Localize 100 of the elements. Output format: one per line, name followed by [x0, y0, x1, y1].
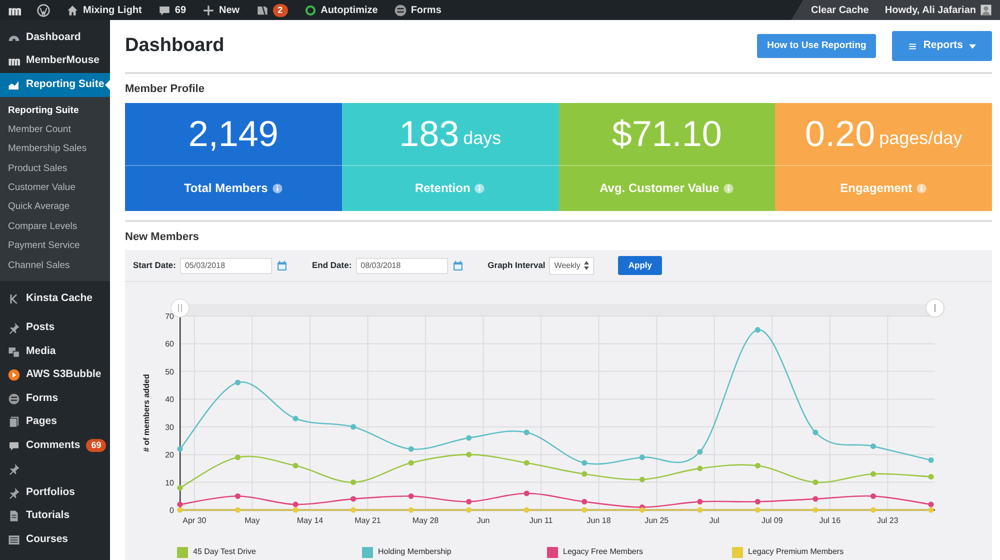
axis-label: 0 — [170, 506, 174, 515]
submenu-item[interactable]: Payment Service — [0, 236, 110, 256]
axis-label: Jun 18 — [586, 516, 611, 525]
sidebar-item[interactable]: AWS S3Bubble — [0, 364, 110, 388]
autoptimize-link[interactable]: Autoptimize — [320, 2, 378, 18]
sidebar-item[interactable]: Kinsta Cache — [0, 287, 110, 311]
avatar-icon[interactable] — [980, 4, 992, 16]
list-icon — [8, 534, 20, 546]
home-icon[interactable] — [66, 4, 79, 16]
data-point — [408, 507, 414, 513]
sidebar-item[interactable]: Comments 69 — [0, 434, 110, 458]
account-link[interactable]: Howdy, Ali Jafarian — [884, 2, 976, 18]
clear-cache-link[interactable]: Clear Cache — [811, 2, 869, 18]
data-point — [754, 327, 760, 333]
axis-label: May 14 — [296, 516, 324, 525]
axis-label: May 21 — [354, 516, 381, 525]
pin-icon[interactable] — [8, 463, 20, 476]
date-field[interactable]: 08/03/2018 — [356, 258, 448, 274]
axis-title: # of members added — [142, 374, 151, 452]
zoom-handle[interactable] — [926, 298, 944, 318]
submenu-item[interactable]: Member Count — [0, 120, 110, 140]
document-icon — [8, 510, 20, 522]
status-icon[interactable] — [304, 4, 317, 16]
calendar-icon[interactable] — [276, 260, 288, 272]
date-field[interactable]: 05/03/2018 — [180, 258, 272, 274]
plugin-icon[interactable] — [256, 4, 269, 16]
data-point — [234, 454, 241, 460]
axis-label: Jun — [476, 516, 490, 525]
axis-label: May — [244, 516, 260, 525]
plus-icon[interactable] — [202, 4, 216, 16]
forms-icon[interactable] — [394, 4, 407, 16]
data-point — [697, 507, 703, 513]
sidebar-item[interactable]: Portfolios — [0, 481, 110, 505]
data-point — [697, 466, 703, 472]
axis-label: 30 — [165, 422, 174, 432]
sidebar-item[interactable]: Posts — [0, 316, 110, 340]
data-point — [928, 474, 934, 480]
data-point — [582, 471, 588, 477]
pages-icon — [8, 416, 20, 428]
spinner-icon — [584, 261, 590, 270]
axis-label: 70 — [165, 312, 174, 321]
comment-icon[interactable] — [158, 4, 171, 16]
calendar-icon[interactable] — [452, 260, 464, 272]
legend-label: Legacy Premium Members — [748, 546, 844, 558]
submenu-item[interactable]: Compare Levels — [0, 216, 110, 236]
info-icon[interactable] — [272, 182, 283, 194]
data-point — [524, 430, 530, 436]
section-heading: Member Profile — [125, 82, 206, 97]
data-point — [754, 462, 760, 468]
apply-button[interactable]: Apply — [618, 256, 662, 275]
legend-swatch — [547, 546, 558, 558]
legend-label: Holding Membership — [378, 546, 452, 558]
stat-label: Avg. Customer Value — [600, 180, 720, 197]
legend-swatch — [732, 546, 743, 558]
pin-icon — [8, 486, 20, 499]
sidebar-item[interactable]: Courses — [0, 528, 110, 552]
stat-value: 183 — [399, 112, 460, 156]
sidebar-item[interactable]: Dashboard — [0, 26, 110, 50]
play-icon — [8, 369, 20, 382]
submenu-item[interactable]: Quick Average — [0, 197, 110, 217]
stat-value: $71.10 — [612, 112, 722, 156]
wordpress-logo[interactable] — [37, 4, 50, 16]
legend-label: 45 Day Test Drive — [193, 546, 256, 558]
data-point — [234, 493, 241, 499]
data-point — [582, 498, 588, 504]
sidebar-item[interactable]: Forms — [0, 387, 110, 411]
new-link[interactable]: New — [219, 2, 240, 18]
data-point — [928, 457, 934, 463]
data-point — [582, 507, 588, 513]
axis-label: Jul 09 — [761, 516, 783, 525]
submenu-item[interactable]: Customer Value — [0, 178, 110, 198]
data-point — [870, 507, 876, 513]
sidebar-item[interactable]: MemberMouse — [0, 50, 110, 73]
legend-swatch — [362, 546, 373, 558]
k-icon — [8, 292, 20, 305]
sidebar-item[interactable]: Reporting Suite — [0, 73, 110, 96]
submenu-item[interactable]: Reporting Suite — [0, 100, 110, 120]
submenu-item[interactable]: Channel Sales — [0, 256, 110, 276]
data-point — [812, 496, 818, 502]
axis-label: 60 — [165, 340, 174, 349]
sidebar-item[interactable]: Media — [0, 340, 110, 364]
site-link[interactable]: Mixing Light — [83, 2, 142, 18]
comment-icon — [8, 440, 20, 452]
interval-select[interactable]: Weekly — [549, 256, 594, 274]
data-point — [350, 424, 356, 430]
stat-label: Total Members — [184, 180, 268, 197]
sidebar-item[interactable]: Tutorials — [0, 504, 110, 528]
data-point — [870, 443, 876, 450]
notification-badge: 2 — [272, 4, 288, 16]
comment-count[interactable]: 69 — [174, 2, 186, 18]
forms-link[interactable]: Forms — [410, 2, 442, 18]
sidebar-item[interactable]: Pages — [0, 410, 110, 434]
menu-icon — [908, 42, 918, 50]
axis-label: 50 — [165, 367, 174, 376]
stat-value: 2,149 — [188, 112, 278, 156]
data-point — [524, 460, 530, 466]
data-point — [292, 416, 298, 422]
caret-icon — [969, 44, 976, 48]
submenu-item[interactable]: Membership Sales — [0, 139, 110, 159]
submenu-item[interactable]: Product Sales — [0, 158, 110, 178]
